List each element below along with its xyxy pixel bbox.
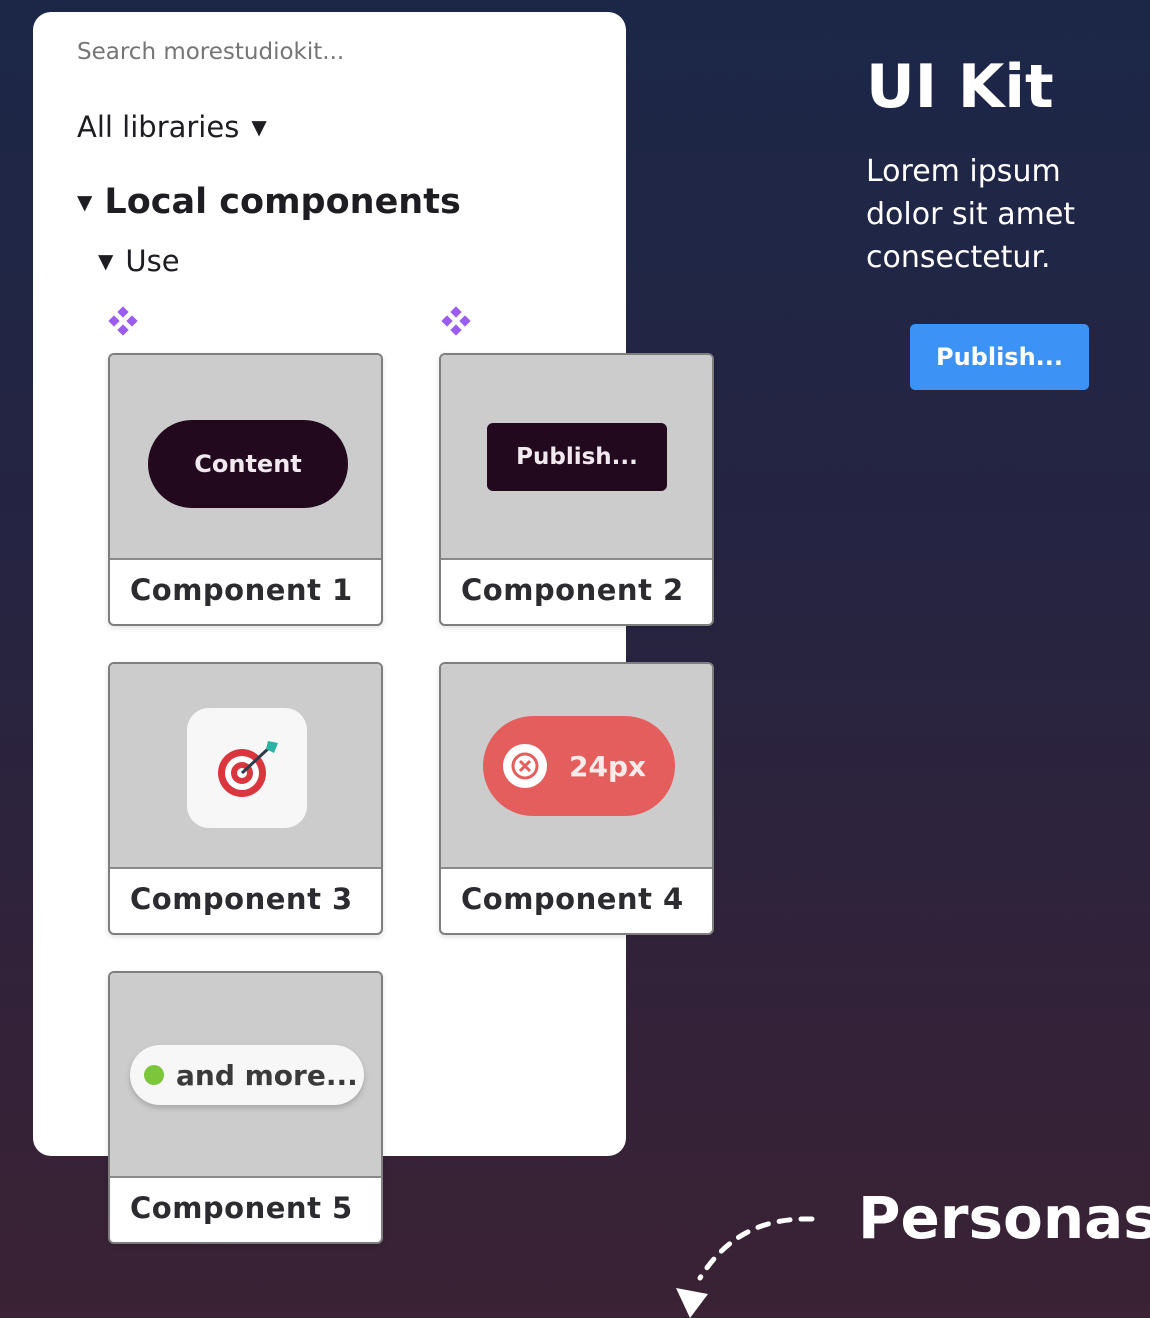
component-preview: 24px <box>441 664 712 869</box>
local-components-title: Local components <box>104 182 461 222</box>
component-card-1[interactable]: Content Component 1 <box>108 353 383 626</box>
status-dot-icon <box>144 1065 164 1085</box>
component-diamond-icon <box>441 306 471 336</box>
component-diamond-icon <box>108 306 138 336</box>
expand-triangle-icon: ▼ <box>98 249 114 273</box>
content-pill: Content <box>148 420 348 508</box>
component-caption: Component 1 <box>130 573 353 607</box>
page-description: Lorem ipsum dolor sit amet consectetur. <box>866 154 1076 275</box>
use-group-toggle[interactable]: ▼ Use <box>98 244 180 278</box>
target-dart-icon <box>218 741 278 797</box>
component-card-2[interactable]: Publish... Component 2 <box>439 353 714 626</box>
publish-button-preview: Publish... <box>487 423 667 491</box>
chip-label: and more... <box>176 1058 358 1092</box>
component-caption: Component 2 <box>461 573 684 607</box>
search-input[interactable] <box>77 36 557 68</box>
component-caption: Component 4 <box>461 882 684 916</box>
curved-dashed-arrow-icon <box>676 1216 815 1318</box>
and-more-chip: and more... <box>130 1045 364 1105</box>
page-title: UI Kit <box>866 52 1054 122</box>
error-chip: 24px <box>483 716 675 816</box>
use-group-title: Use <box>125 244 180 278</box>
component-card-4[interactable]: 24px Component 4 <box>439 662 714 935</box>
component-card-5[interactable]: and more... Component 5 <box>108 971 383 1244</box>
libraries-label: All libraries <box>77 110 240 144</box>
component-preview: and more... <box>110 973 381 1178</box>
close-circle-icon <box>503 744 547 788</box>
component-caption: Component 3 <box>130 882 353 916</box>
libraries-dropdown[interactable]: All libraries ▼ <box>77 110 267 144</box>
component-preview: Content <box>110 355 381 560</box>
expand-triangle-icon: ▼ <box>77 190 93 214</box>
component-card-3[interactable]: Component 3 <box>108 662 383 935</box>
chip-label: 24px <box>569 749 647 783</box>
component-caption: Component 5 <box>130 1191 353 1225</box>
publish-button[interactable]: Publish... <box>910 324 1089 390</box>
local-components-toggle[interactable]: ▼ Local components <box>77 182 461 222</box>
caret-down-icon: ▼ <box>251 115 267 139</box>
component-preview: Publish... <box>441 355 712 560</box>
component-preview <box>110 664 381 869</box>
personas-label: Personas <box>858 1184 1150 1252</box>
app-tile <box>187 708 307 828</box>
